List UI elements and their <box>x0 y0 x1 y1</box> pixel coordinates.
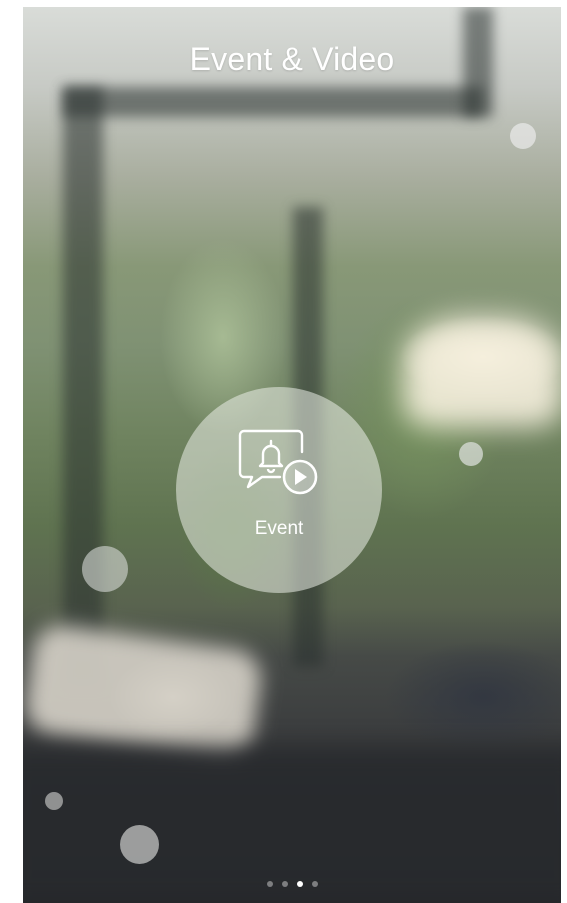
page-dot[interactable] <box>266 881 273 887</box>
decorative-bubble <box>45 792 63 810</box>
page-indicator <box>23 881 561 891</box>
decorative-bubble <box>82 546 128 592</box>
sofa <box>23 747 561 903</box>
page-dot[interactable] <box>311 881 318 887</box>
event-bell-video-icon <box>238 429 318 495</box>
page-title: Event & Video <box>189 41 395 77</box>
decorative-bubble <box>120 825 159 864</box>
window-frame <box>63 87 103 687</box>
decorative-bubble <box>459 442 483 466</box>
window-frame <box>63 87 483 117</box>
lamp-shade <box>403 317 561 427</box>
page-dot[interactable] <box>281 881 288 887</box>
onboarding-screen[interactable]: Event & Video Event <box>23 7 561 903</box>
decorative-bubble <box>510 123 536 149</box>
page-dot-active[interactable] <box>296 881 303 887</box>
cushion <box>23 621 265 763</box>
event-feature-button[interactable]: Event <box>176 387 382 593</box>
event-label: Event <box>254 518 304 539</box>
